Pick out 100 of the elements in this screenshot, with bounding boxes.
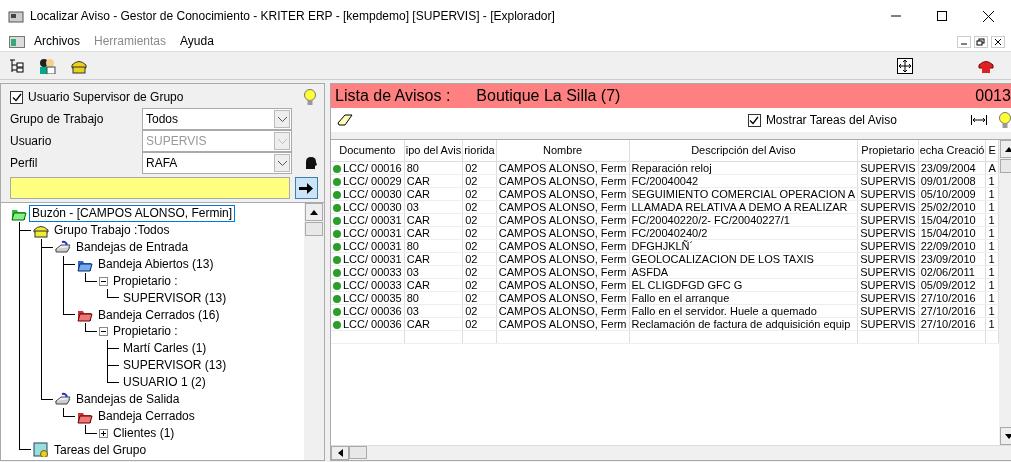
table-cell: 27/10/2016 (918, 304, 986, 317)
tasks-icon (33, 442, 49, 458)
chevron-down-icon[interactable] (277, 116, 287, 122)
table-cell: 02 (462, 317, 497, 330)
column-header[interactable]: Documento (331, 140, 405, 161)
table-cell: FC/20040220/2- FC/20040227/1 (629, 213, 858, 226)
tree-item[interactable]: Propietario : (111, 273, 180, 289)
tree-item[interactable]: USUARIO 1 (2) (121, 375, 208, 390)
tree-item[interactable]: Bandejas de Salida (74, 392, 182, 407)
table-cell: CAMPOS ALONSO, Ferm (496, 187, 629, 200)
table-cell: SUPERVIS (857, 213, 919, 226)
checkbox[interactable] (747, 113, 761, 127)
table-cell: 02 (462, 161, 497, 174)
tree-connector (107, 340, 119, 357)
tree-connector (85, 323, 97, 333)
tree-icon[interactable] (8, 57, 24, 74)
menu-item[interactable]: Archivos (27, 34, 87, 49)
scroll-thumb[interactable] (305, 222, 323, 236)
profile-icon[interactable] (304, 156, 318, 170)
checkbox[interactable] (10, 90, 23, 104)
tree-item[interactable]: SUPERVISOR (13) (121, 290, 229, 306)
scroll-left-icon (337, 449, 343, 457)
tree-item[interactable]: Propietario : (111, 324, 180, 339)
lightbulb-icon[interactable] (302, 88, 318, 106)
maximize-button[interactable] (937, 11, 947, 21)
tree-item[interactable]: Martí Carles (1) (121, 341, 209, 356)
field-label: Perfil (10, 155, 39, 171)
table-cell: A (986, 161, 999, 174)
window-title: Localizar Aviso - Gestor de Conocimiento - KRITER ERP - [kempdemo] [SUPERVIS] - [Explorador] (30, 8, 555, 24)
tree-item[interactable]: Bandejas de Entrada (74, 240, 191, 255)
checkbox-label: Usuario Supervisor de Grupo (28, 89, 184, 105)
tree-item[interactable]: Bandeja Cerrados (96, 408, 197, 424)
table-cell: CAMPOS ALONSO, Ferm (496, 291, 629, 304)
scrollbar[interactable] (304, 203, 324, 460)
table-cell: LCC/ 00033 (343, 278, 402, 290)
tree-item[interactable]: Grupo Trabajo :Todos (52, 223, 172, 238)
column-header[interactable]: Descripción del Aviso (629, 140, 858, 161)
table-cell: 05/09/2012 (918, 278, 986, 291)
table-cell: 15/04/2010 (918, 213, 986, 226)
collapse-toggle[interactable] (99, 276, 108, 286)
go-button[interactable] (295, 177, 318, 199)
table-cell: 22/09/2010 (918, 239, 986, 252)
table-cell: FC/20040240/2 (629, 226, 858, 239)
tree-item[interactable]: Bandeja Cerrados (16) (96, 307, 222, 322)
table-cell: SUPERVIS (857, 187, 919, 200)
table-cell: 1 (986, 317, 999, 330)
table-cell: CAMPOS ALONSO, Ferm (496, 200, 629, 213)
table-cell: CAMPOS ALONSO, Ferm (496, 174, 629, 187)
table-cell: 1 (986, 291, 999, 304)
move-icon[interactable] (897, 57, 913, 74)
table-cell: 1 (986, 213, 999, 226)
scroll-thumb[interactable] (349, 446, 367, 459)
collapse-toggle[interactable] (99, 327, 108, 337)
chevron-down-icon[interactable] (277, 160, 287, 166)
table-cell: SUPERVIS (857, 317, 919, 330)
dropdown[interactable]: RAFA (142, 152, 292, 174)
column-header[interactable]: riorida (462, 140, 497, 161)
tree-item[interactable]: Buzón - [CAMPOS ALONSO, Fermin] (30, 206, 235, 221)
table-cell: CAR (404, 226, 463, 239)
column-header[interactable]: ipo del Avis (404, 140, 463, 161)
close-button[interactable] (982, 10, 994, 22)
table-cell: 15/04/2010 (918, 226, 986, 239)
column-header[interactable]: echa Creació (918, 140, 986, 161)
resize-columns-icon[interactable] (970, 115, 987, 125)
tray-icon (55, 239, 71, 255)
table-cell: FC/20040042 (629, 174, 858, 187)
table-cell: LCC/ 00029 (343, 174, 402, 186)
table-cell: LCC/ 00036 (343, 317, 402, 329)
column-header[interactable]: Propietario (857, 140, 919, 161)
search-field[interactable] (10, 177, 290, 199)
scrollbar[interactable] (331, 445, 1011, 460)
table-cell: GEOLOCALIZACION DE LOS TAXIS (629, 252, 858, 265)
table-cell: ASFDA (629, 265, 858, 278)
scroll-button[interactable] (305, 203, 323, 221)
eraser-icon[interactable] (337, 113, 353, 127)
tree-item[interactable]: Bandeja Abiertos (13) (96, 256, 216, 272)
users-icon[interactable] (38, 57, 56, 74)
table-cell: 02/06/2011 (918, 265, 986, 278)
table-cell: 02 (462, 239, 497, 252)
expand-toggle[interactable] (99, 428, 108, 438)
tree-item[interactable]: SUPERVISOR (13) (121, 358, 229, 373)
table-cell: SUPERVIS (857, 291, 919, 304)
restore-button[interactable] (974, 35, 988, 48)
table-cell: SUPERVIS (857, 239, 919, 252)
table-cell: 03 (404, 265, 463, 278)
lightbulb-icon[interactable] (996, 111, 1011, 129)
table-cell: 80 (404, 161, 463, 174)
tree-item[interactable]: Clientes (1) (111, 425, 177, 441)
table-cell: CAR (404, 252, 463, 265)
table-cell: 02 (462, 304, 497, 317)
table-cell: SUPERVIS (857, 161, 919, 174)
dropdown[interactable]: Todos (142, 108, 292, 130)
table-cell: LCC/ 00033 (343, 265, 402, 277)
table-cell: Fallo en el servidor. Huele a quemado (629, 304, 858, 317)
tree-item[interactable]: Tareas del Grupo (52, 442, 149, 458)
column-header[interactable]: Nombre (496, 140, 629, 161)
menu-item[interactable]: Ayuda (173, 34, 221, 49)
table-cell: CAR (404, 317, 463, 330)
table-cell: SUPERVIS (857, 200, 919, 213)
scroll-button[interactable] (331, 446, 349, 460)
